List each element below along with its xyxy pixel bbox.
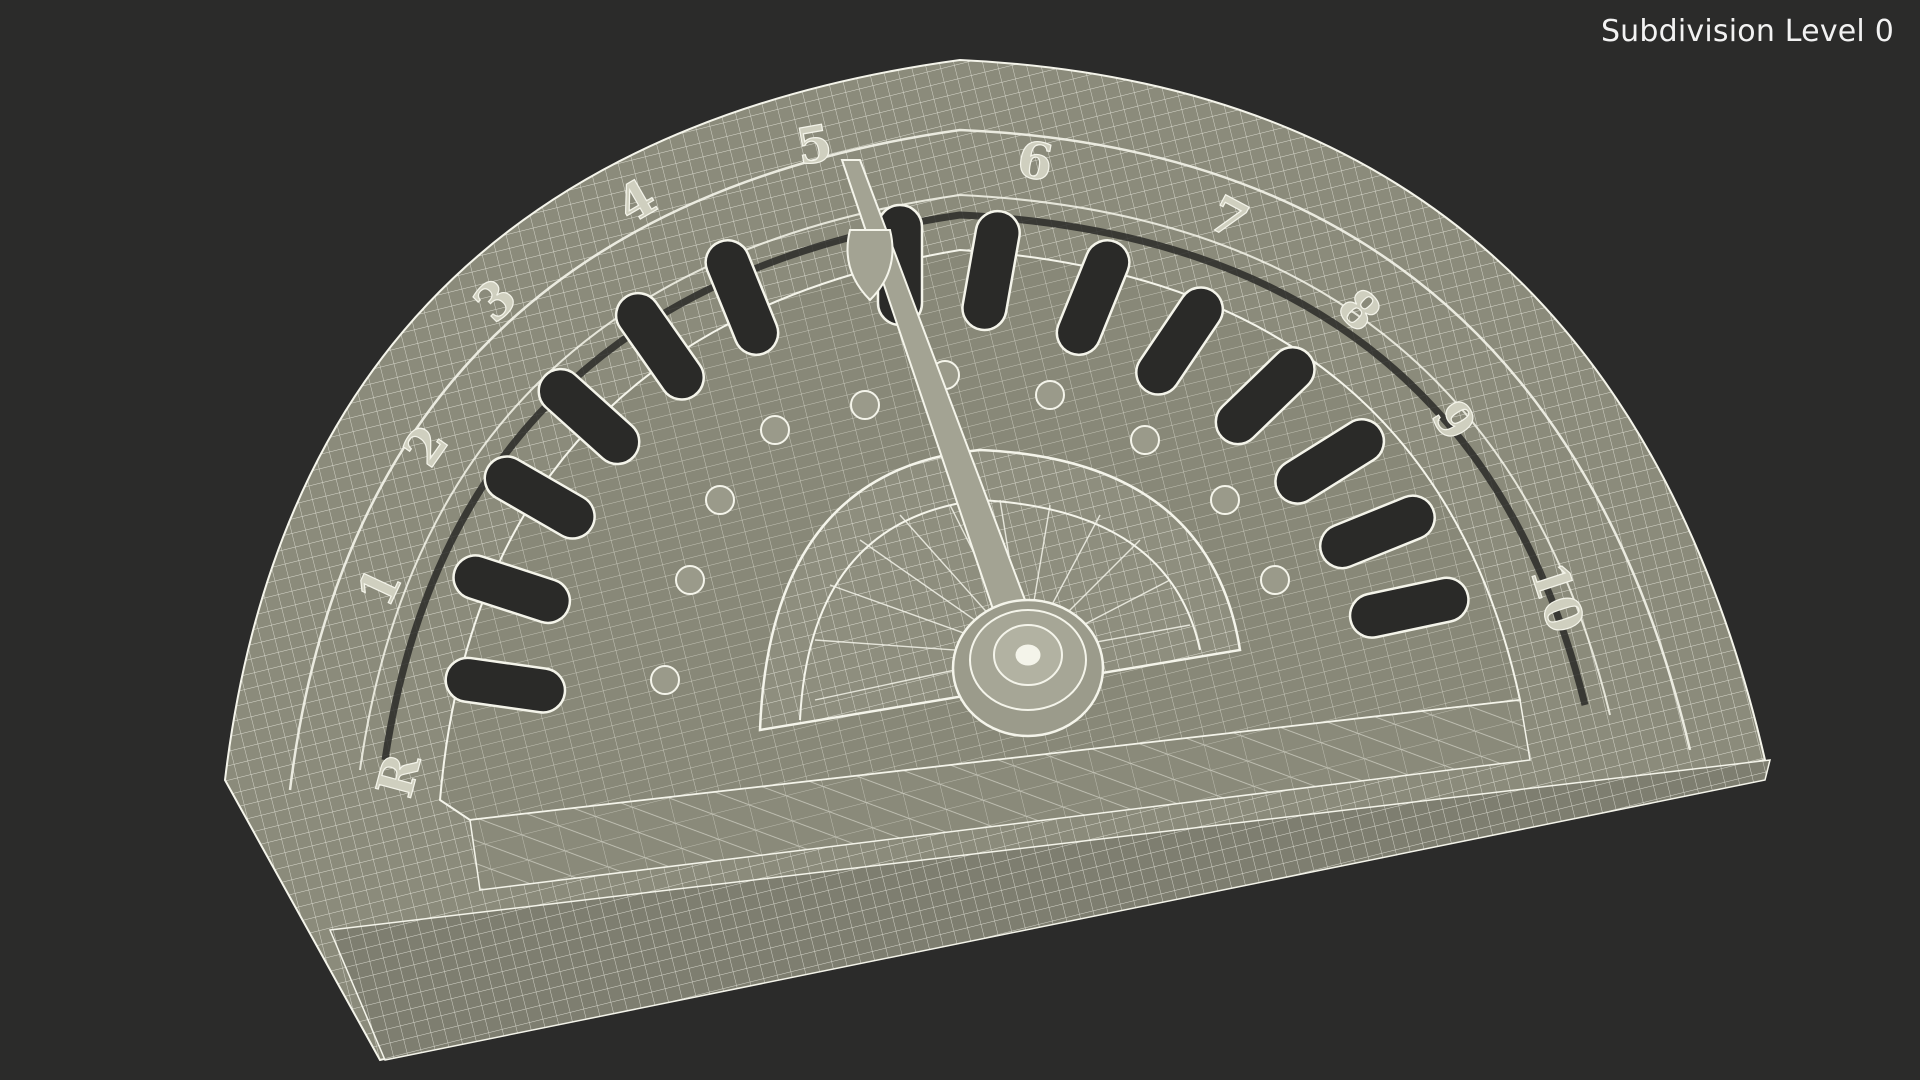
subdivision-level-label: Subdivision Level 0 bbox=[1600, 14, 1894, 49]
center-knob bbox=[951, 598, 1105, 738]
3d-viewport[interactable]: R 1 2 3 4 5 6 7 8 9 10 Subdivision Level… bbox=[0, 0, 1920, 1080]
thermostat-wireframe-model: R 1 2 3 4 5 6 7 8 9 10 bbox=[223, 58, 1771, 1062]
